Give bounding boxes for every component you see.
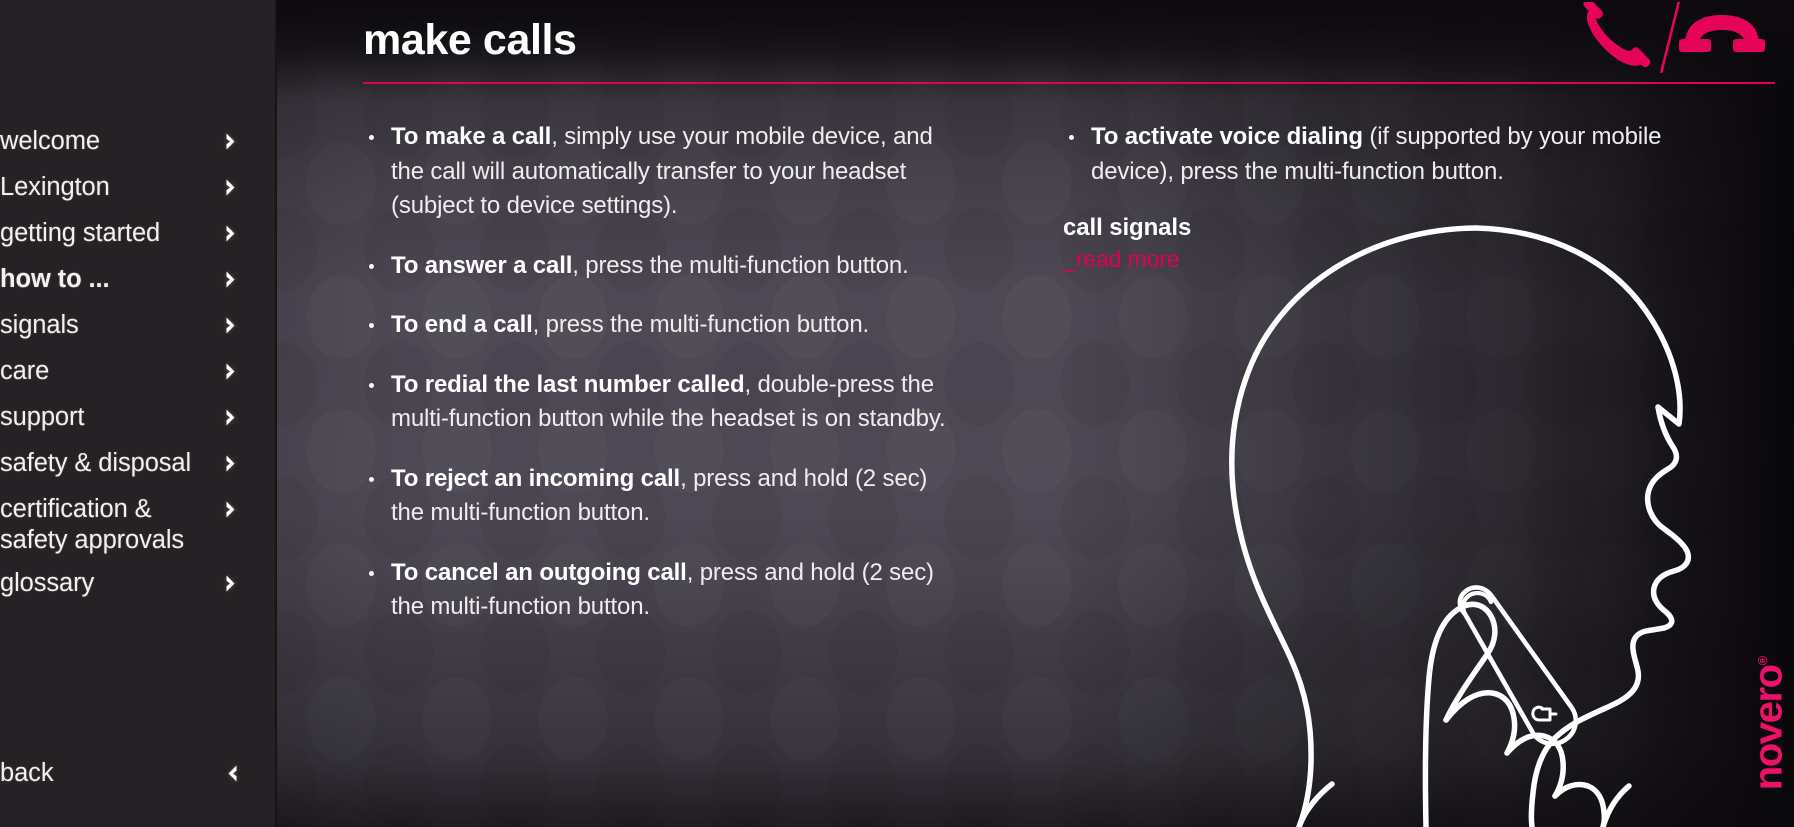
- instruction-item: To answer a call, press the multi-functi…: [363, 249, 963, 284]
- sidebar-back-button[interactable]: back: [0, 752, 277, 794]
- phone-handset-icon: [1583, 0, 1651, 68]
- sidebar-item-label: getting started: [0, 219, 161, 247]
- sidebar-item-label: Lexington: [0, 173, 110, 201]
- instruction-item: To reject an incoming call, press and ho…: [363, 462, 963, 531]
- content-column-left: To make a call, simply use your mobile d…: [363, 120, 963, 650]
- sidebar-item-how-to[interactable]: how to ...: [0, 256, 277, 302]
- page-title: make calls: [363, 16, 577, 64]
- chevron-right-icon: [220, 164, 242, 210]
- sidebar-item-lexington[interactable]: Lexington: [0, 164, 277, 210]
- instruction-item: To redial the last number called, double…: [363, 368, 963, 437]
- novero-logo: novero®: [1746, 623, 1792, 823]
- sidebar-item-label: certification & safety approvals: [0, 495, 185, 554]
- sidebar-navigation: welcome Lexington getting started how to ..…: [0, 0, 277, 827]
- sidebar-item-label: signals: [0, 311, 79, 339]
- instruction-list-left: To make a call, simply use your mobile d…: [363, 120, 963, 625]
- back-label: back: [0, 759, 54, 787]
- chevron-right-icon: [220, 256, 242, 302]
- sidebar-item-welcome[interactable]: welcome: [0, 118, 277, 164]
- sidebar-item-label: welcome: [0, 127, 100, 155]
- instruction-lead: To cancel an outgoing call: [391, 558, 687, 586]
- chevron-right-icon: [220, 440, 242, 486]
- chevron-right-icon: [220, 560, 242, 606]
- novero-logo-text: novero®: [1746, 655, 1791, 791]
- sidebar-item-certification-safety-approvals[interactable]: certification & safety approvals: [0, 486, 277, 560]
- chevron-right-icon: [220, 302, 242, 348]
- chevron-right-icon: [220, 348, 242, 394]
- sidebar-item-list: welcome Lexington getting started how to ..…: [0, 118, 277, 606]
- instruction-lead: To answer a call: [391, 251, 573, 279]
- content-column-right: To activate voice dialing (if supported …: [1063, 120, 1703, 273]
- instruction-item: To activate voice dialing (if supported …: [1063, 120, 1703, 189]
- application-window: welcome Lexington getting started how to ..…: [0, 0, 1794, 827]
- sidebar-item-glossary[interactable]: glossary: [0, 560, 277, 606]
- instruction-lead: To end a call: [391, 311, 533, 338]
- instruction-list-right: To activate voice dialing (if supported …: [1063, 120, 1703, 189]
- sidebar-item-label: how to ...: [0, 265, 110, 293]
- chevron-right-icon: [220, 118, 242, 164]
- instruction-lead: To activate voice dialing: [1091, 123, 1363, 150]
- sidebar-item-label: safety & disposal: [0, 449, 192, 477]
- instruction-item: To make a call, simply use your mobile d…: [363, 120, 963, 224]
- sidebar-item-safety-disposal[interactable]: safety & disposal: [0, 440, 277, 486]
- instruction-item: To cancel an outgoing call, press and ho…: [363, 556, 963, 625]
- chevron-right-icon: [220, 394, 242, 440]
- chevron-left-icon: [220, 752, 242, 794]
- sidebar-item-label: care: [0, 357, 50, 385]
- sidebar-item-support[interactable]: support: [0, 394, 277, 440]
- section-heading-call-signals: call signals: [1063, 214, 1192, 241]
- title-underline-rule: [363, 82, 1775, 84]
- sidebar-item-label: support: [0, 403, 85, 431]
- header-phone-icons: [1576, 0, 1776, 74]
- instruction-rest: , press the multi-function button.: [532, 311, 870, 338]
- separator-slash: [1659, 0, 1681, 74]
- sidebar-item-signals[interactable]: signals: [0, 302, 277, 348]
- instruction-lead: To reject an incoming call: [391, 464, 681, 492]
- chevron-right-icon: [220, 210, 242, 256]
- instruction-rest: , press the multi-function button.: [572, 251, 909, 279]
- instruction-item: To end a call, press the multi-function …: [363, 308, 963, 343]
- read-more-link[interactable]: _read more: [1063, 246, 1180, 273]
- chevron-right-icon: [220, 486, 242, 532]
- instruction-lead: To redial the last number called: [391, 370, 745, 398]
- sidebar-item-getting-started[interactable]: getting started: [0, 210, 277, 256]
- instruction-lead: To make a call: [391, 123, 552, 150]
- sidebar-item-care[interactable]: care: [0, 348, 277, 394]
- phone-hangup-icon: [1679, 15, 1765, 52]
- sidebar-item-label: glossary: [0, 569, 95, 597]
